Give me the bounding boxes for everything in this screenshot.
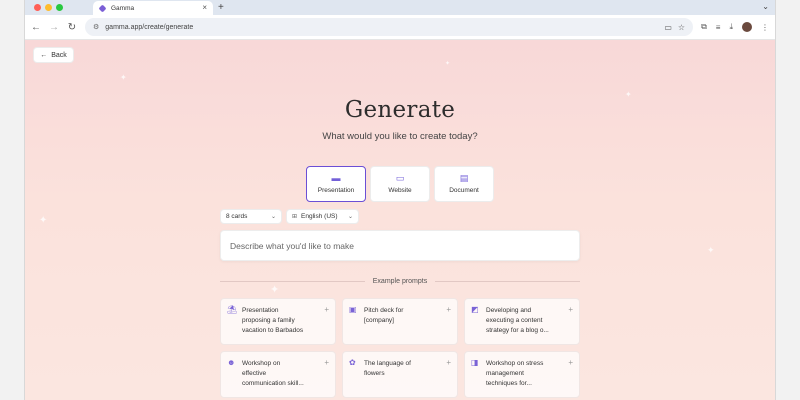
language-select[interactable]: ⊞ English (US) ⌄ xyxy=(286,209,359,224)
example-prompt-card[interactable]: ☻ Workshop on effective communication sk… xyxy=(220,351,336,398)
prompt-input[interactable]: Describe what you'd like to make xyxy=(220,230,580,261)
page-title: Generate xyxy=(344,97,456,123)
add-icon[interactable]: + xyxy=(568,306,573,338)
page-subtitle: What would you like to create today? xyxy=(322,131,478,142)
sparkle-icon: ✦ xyxy=(120,73,127,82)
example-prompt-text: Developing and executing a content strat… xyxy=(486,307,549,334)
type-document-button[interactable]: ▤ Document xyxy=(434,166,494,202)
card-count-select[interactable]: 8 cards ⌄ xyxy=(220,209,282,224)
beach-icon: ⛱ xyxy=(227,305,238,314)
new-tab-button[interactable]: + xyxy=(218,1,224,14)
sparkle-icon: ✦ xyxy=(445,61,451,67)
website-icon: ▭ xyxy=(395,173,405,183)
tab-close-icon[interactable]: × xyxy=(202,4,207,12)
reload-icon[interactable]: ↻ xyxy=(67,22,77,33)
chevron-down-icon: ⌄ xyxy=(347,214,353,220)
briefcase-icon: ▣ xyxy=(349,305,357,314)
back-arrow-icon[interactable]: ← xyxy=(31,22,41,33)
add-icon[interactable]: + xyxy=(568,359,573,391)
sparkle-icon: ✦ xyxy=(707,245,715,255)
people-icon: ☻ xyxy=(227,358,236,367)
browser-window: Gamma × + ⌄ ← → ↻ ⚙ gamma.app/create/gen… xyxy=(25,0,775,400)
add-icon[interactable]: + xyxy=(324,359,329,391)
page-content: ✦ ✦ ✦ ✦ ✦ ✦ ← Back Generate What would y… xyxy=(25,40,775,400)
examples-heading: Example prompts xyxy=(372,277,428,285)
type-label: Document xyxy=(449,187,479,194)
chevron-down-icon: ⌄ xyxy=(270,214,276,220)
site-info-icon[interactable]: ⚙ xyxy=(93,23,99,31)
chart-icon: ◩ xyxy=(471,305,479,314)
sparkle-icon: ✦ xyxy=(39,215,48,226)
type-presentation-button[interactable]: ▬ Presentation xyxy=(306,166,366,202)
close-window-button[interactable] xyxy=(34,4,41,11)
back-arrow-icon: ← xyxy=(40,51,48,59)
maximize-window-button[interactable] xyxy=(56,4,63,11)
toolbar-icons: ⧉ ≡ ⤓ ⋮ xyxy=(701,22,769,32)
menu-kebab-icon[interactable]: ⋮ xyxy=(761,23,769,32)
tab-title: Gamma xyxy=(111,4,135,12)
type-website-button[interactable]: ▭ Website xyxy=(370,166,430,202)
browser-toolbar: ← → ↻ ⚙ gamma.app/create/generate ▭ ☆ ⧉ … xyxy=(25,15,775,40)
card-count-value: 8 cards xyxy=(226,213,248,220)
download-icon[interactable]: ⤓ xyxy=(729,22,733,32)
examples-divider: Example prompts xyxy=(220,276,580,286)
example-prompt-card[interactable]: ◩ Developing and executing a content str… xyxy=(464,298,580,345)
example-prompt-card[interactable]: ✿ The language of flowers + xyxy=(342,351,458,398)
extensions-icon[interactable]: ⧉ xyxy=(701,22,707,32)
bookmark-star-icon[interactable]: ☆ xyxy=(678,23,685,32)
type-label: Presentation xyxy=(317,187,355,194)
window-controls xyxy=(34,4,63,11)
gamma-favicon-icon xyxy=(98,4,107,12)
flower-icon: ✿ xyxy=(349,358,356,367)
example-prompt-text: Pitch deck for [company] xyxy=(364,307,404,324)
example-prompt-card[interactable]: ▣ Pitch deck for [company] + xyxy=(342,298,458,345)
example-prompt-text: Workshop on effective communication skil… xyxy=(242,360,304,387)
tab-search-icon[interactable]: ⌄ xyxy=(762,2,769,11)
url-text[interactable]: gamma.app/create/generate xyxy=(105,24,658,31)
address-bar[interactable]: ⚙ gamma.app/create/generate ▭ ☆ xyxy=(85,18,694,36)
divider-line xyxy=(435,280,580,282)
example-prompt-text: The language of flowers xyxy=(364,360,411,377)
document-icon: ▤ xyxy=(459,173,469,183)
example-prompt-card[interactable]: ◨ Workshop on stress management techniqu… xyxy=(464,351,580,398)
back-button-label: Back xyxy=(51,51,67,59)
add-icon[interactable]: + xyxy=(446,306,451,338)
example-prompt-text: Presentation proposing a family vacation… xyxy=(242,307,304,334)
presenter-icon: ◨ xyxy=(471,358,479,367)
tab-strip: Gamma × + ⌄ xyxy=(25,0,775,15)
cast-icon[interactable]: ▭ xyxy=(664,23,672,32)
add-icon[interactable]: + xyxy=(324,306,329,338)
back-button[interactable]: ← Back xyxy=(33,47,74,63)
profile-avatar[interactable] xyxy=(742,22,752,32)
example-prompt-text: Workshop on stress management techniques… xyxy=(486,360,544,387)
minimize-window-button[interactable] xyxy=(45,4,52,11)
presentation-icon: ▬ xyxy=(331,173,341,183)
language-value: English (US) xyxy=(301,213,338,220)
type-label: Website xyxy=(388,187,412,194)
divider-line xyxy=(220,280,365,282)
language-icon: ⊞ xyxy=(292,214,298,220)
forward-arrow-icon[interactable]: → xyxy=(49,22,59,33)
example-prompt-card[interactable]: ⛱ Presentation proposing a family vacati… xyxy=(220,298,336,345)
add-icon[interactable]: + xyxy=(446,359,451,391)
media-controls-icon[interactable]: ≡ xyxy=(716,23,721,32)
browser-tab[interactable]: Gamma × xyxy=(93,1,213,15)
